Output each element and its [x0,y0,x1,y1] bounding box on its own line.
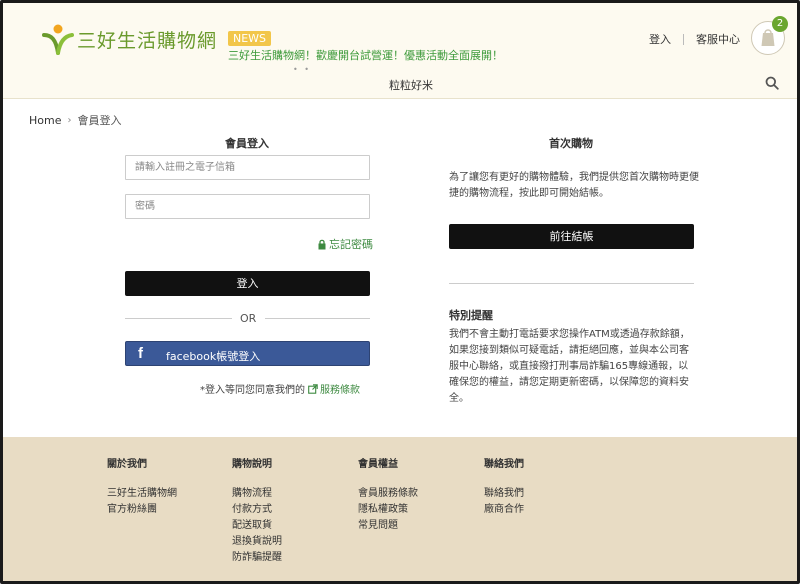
news-badge: NEWS [228,31,272,46]
cart-count-badge: 2 [772,16,788,32]
footer-link[interactable]: 隱私權政策 [358,502,418,518]
search-icon[interactable] [765,76,779,90]
chevron-right-icon: › [67,114,72,126]
notice-title: 特別提醒 [449,309,493,322]
footer-link[interactable]: 常見問題 [358,518,418,534]
notice-body: 我們不會主動打電話要求您操作ATM或透過存款餘額，如果您接到類似可疑電話，請拒絕… [449,329,690,404]
or-divider-right [265,318,370,319]
section-divider [449,283,694,284]
site-header: 三好生活購物網 NEWS 三好生活購物網！歡慶開台試營運！優惠活動全面展開！ •… [3,3,797,99]
footer-column-member: 會員權益 會員服務條款 隱私權政策 常見問題 [358,455,418,534]
footer-column-shopping: 購物說明 購物流程 付款方式 配送取貨 退換貨說明 防詐騙提醒 [232,455,282,566]
footer-link[interactable]: 聯絡我們 [484,486,524,502]
footer-link[interactable]: 廠商合作 [484,502,524,518]
or-divider-left [125,318,232,319]
login-title: 會員登入 [225,137,269,150]
news-pager-dots[interactable]: • • [293,65,311,74]
terms-notice: *登入等同您同意我們的 服務條款 [200,381,360,396]
site-logo[interactable]: 三好生活購物網 [41,23,217,55]
breadcrumb-current: 會員登入 [77,114,122,127]
or-label: OR [240,312,257,325]
nav-item-rice[interactable]: 粒粒好米 [389,77,433,93]
customer-service-link[interactable]: 客服中心 [696,31,740,47]
password-input[interactable]: 密碼 [125,194,370,219]
footer-link[interactable]: 三好生活購物網 [107,486,177,502]
footer-link[interactable]: 官方粉絲團 [107,502,177,518]
forgot-password-link[interactable]: 忘記密碼 [317,236,373,252]
footer-column-about: 關於我們 三好生活購物網 官方粉絲團 [107,455,177,518]
facebook-icon: f [138,345,143,362]
cart-button[interactable]: 2 [751,16,788,55]
logo-text: 三好生活購物網 [77,29,218,52]
footer-link[interactable]: 會員服務條款 [358,486,418,502]
logo-sprout-icon [42,24,74,55]
facebook-login-label: facebook帳號登入 [166,350,261,363]
login-button[interactable]: 登入 [125,271,370,296]
footer-heading: 會員權益 [358,459,398,470]
terms-prefix: *登入等同您同意我們的 [200,385,305,396]
footer-heading: 購物說明 [232,459,272,470]
facebook-login-button[interactable]: f facebook帳號登入 [125,341,370,366]
header-login-link[interactable]: 登入 [649,31,671,47]
first-purchase-title: 首次購物 [549,137,593,150]
footer-link[interactable]: 退換貨說明 [232,534,282,550]
lock-icon [318,239,326,249]
terms-link[interactable]: 服務條款 [308,381,360,396]
forgot-password-label: 忘記密碼 [329,238,373,251]
first-purchase-desc: 為了讓您有更好的購物體驗，我們提供您首次購物時更便捷的購物流程，按此即可開始結帳… [449,172,699,199]
footer-heading: 關於我們 [107,459,147,470]
external-link-icon [308,383,318,394]
footer-link[interactable]: 配送取貨 [232,518,282,534]
footer-heading: 聯絡我們 [484,459,524,470]
checkout-button[interactable]: 前往結帳 [449,224,694,249]
footer-link[interactable]: 付款方式 [232,502,282,518]
breadcrumb: Home › 會員登入 [29,112,121,128]
news-ticker[interactable]: 三好生活購物網！歡慶開台試營運！優惠活動全面展開！ [228,47,503,63]
breadcrumb-home[interactable]: Home [29,114,61,127]
page-frame: 三好生活購物網 NEWS 三好生活購物網！歡慶開台試營運！優惠活動全面展開！ •… [0,0,800,584]
top-links: 登入 客服中心 [649,31,740,47]
terms-link-label: 服務條款 [320,385,360,396]
link-divider [683,33,684,45]
email-input[interactable]: 請輸入註冊之電子信箱 [125,155,370,180]
footer-column-contact: 聯絡我們 聯絡我們 廠商合作 [484,455,524,518]
footer-link[interactable]: 防詐騙提醒 [232,550,282,566]
footer-link[interactable]: 購物流程 [232,486,282,502]
